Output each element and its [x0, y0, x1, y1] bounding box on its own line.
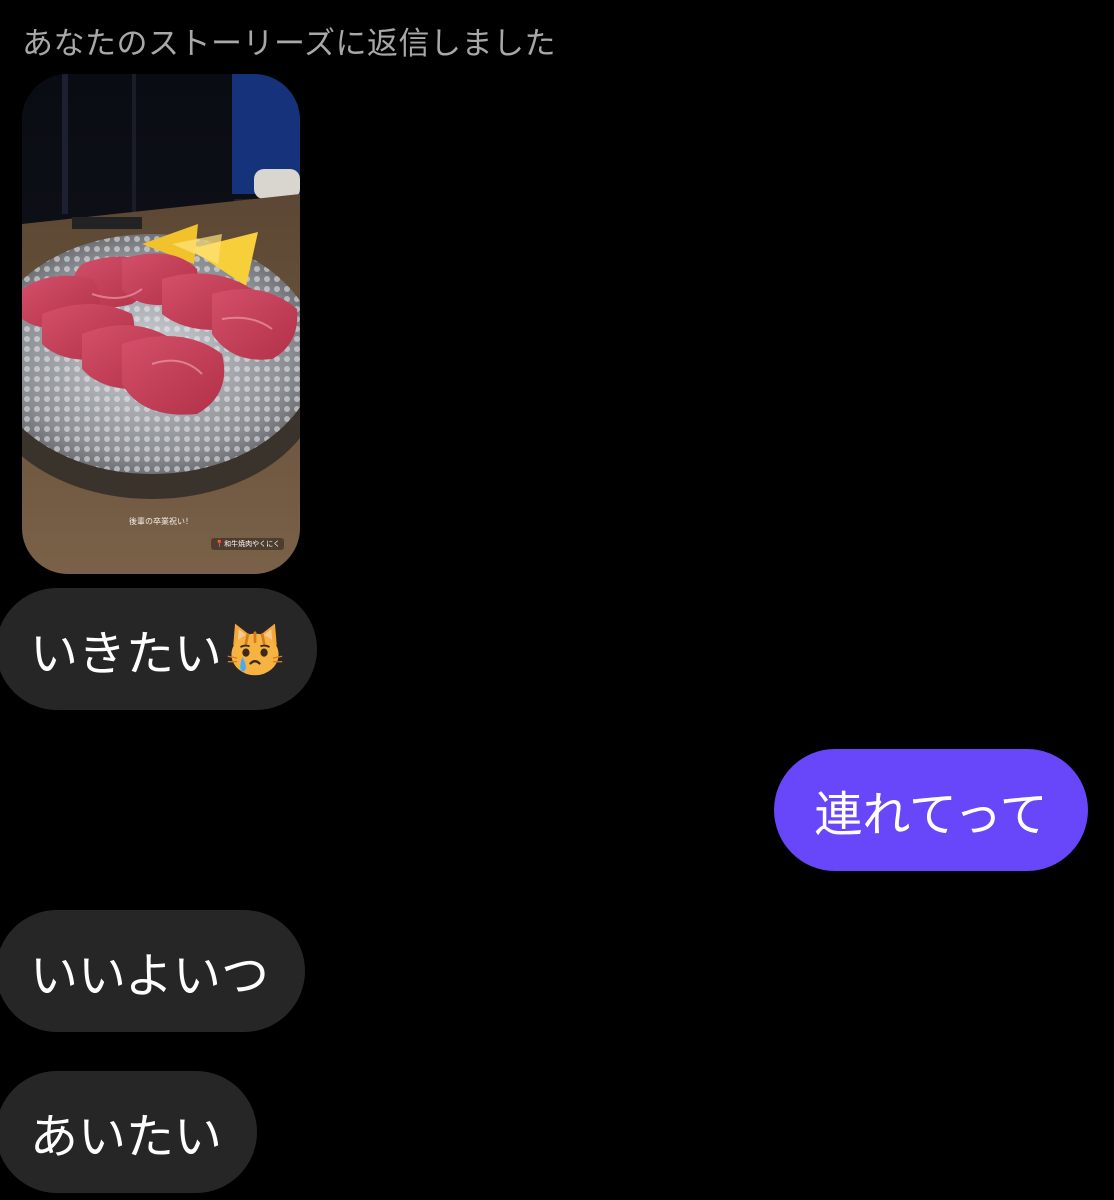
story-location-tag[interactable]: 📍和牛焼肉やくにく: [211, 538, 284, 550]
story-thumbnail[interactable]: 後輩の卒業祝い！ 📍和牛焼肉やくにく: [22, 74, 300, 574]
message-text: 連れてって: [814, 787, 1048, 843]
incoming-message-bubble[interactable]: いきたい: [0, 588, 317, 710]
outgoing-message-bubble[interactable]: 連れてって: [774, 749, 1088, 871]
crying-cat-emoji-icon: [226, 620, 284, 678]
reply-note: あなたのストーリーズに返信しました: [22, 26, 556, 62]
message-text: いいよいつ: [30, 948, 270, 1004]
incoming-message-bubble[interactable]: いいよいつ: [0, 910, 305, 1032]
message-text: いきたい: [30, 626, 223, 682]
incoming-message-bubble[interactable]: あいたい: [0, 1071, 257, 1193]
story-caption: 後輩の卒業祝い！: [129, 517, 193, 526]
message-text: あいたい: [30, 1109, 223, 1165]
story-photo: [22, 74, 300, 574]
